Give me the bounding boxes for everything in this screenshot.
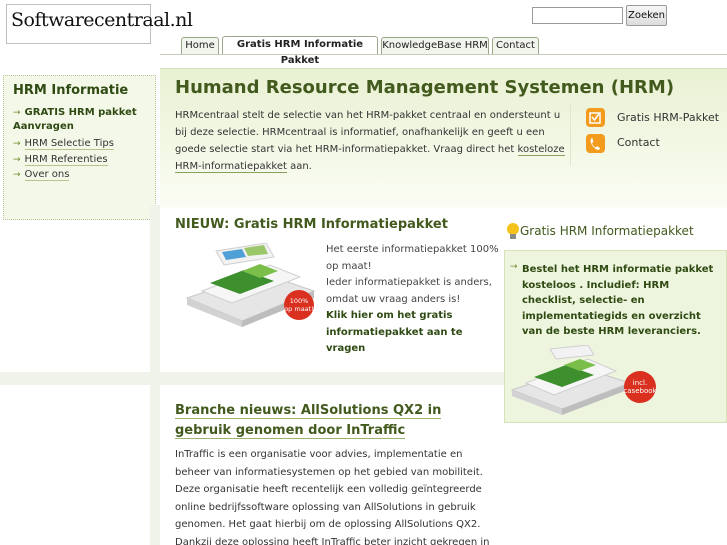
intro-text: HRMcentraal stelt de selectie van het HR…	[175, 107, 570, 175]
news1-title: NIEUW: Gratis HRM Informatiepakket	[175, 217, 448, 232]
intro-part2: aan.	[286, 161, 312, 172]
info-package-image[interactable]: 100% op maat!	[182, 243, 317, 328]
site-logo[interactable]: Softwarecentraal.nl	[6, 4, 193, 44]
news1-line1: Het eerste informatiepakket 100% op maat…	[326, 244, 499, 272]
promo-package-image[interactable]: incl. casebook	[510, 345, 660, 415]
search-input[interactable]	[532, 7, 623, 24]
tab-knowledgebase-hrm[interactable]: KnowledgeBase HRM	[381, 37, 489, 54]
sidebar-item-gratis-hrm-pakket[interactable]: → GRATIS HRM pakket Aanvragen	[13, 106, 153, 134]
column-shadow	[150, 205, 160, 372]
news2-title[interactable]: Branche nieuws: AllSolutions QX2 in gebr…	[175, 401, 495, 441]
news1-cta-link[interactable]: Klik hier om het gratis informatiepakket…	[326, 308, 501, 358]
promo-badge-line2: casebook	[623, 387, 657, 395]
page-title: Humand Resource Management Systemen (HRM…	[175, 77, 675, 98]
search-button[interactable]: Zoeken	[626, 5, 667, 26]
sidebar-item-label: HRM Selectie Tips	[24, 138, 114, 150]
package-badge-line2: op maat!	[284, 305, 314, 313]
tab-contact[interactable]: Contact	[492, 37, 539, 54]
news2-title-text[interactable]: Branche nieuws: AllSolutions QX2 in gebr…	[175, 403, 442, 439]
sidebar-item-label: GRATIS HRM pakket Aanvragen	[13, 107, 137, 132]
sidebar-item-hrm-referenties[interactable]: → HRM Referenties	[13, 154, 108, 166]
phone-icon[interactable]	[586, 134, 605, 153]
intro-part1: HRMcentraal stelt de selectie van het HR…	[175, 110, 561, 155]
sidebar-item-hrm-selectie-tips[interactable]: → HRM Selectie Tips	[13, 138, 114, 150]
promo-text[interactable]: Bestel het HRM informatie pakket kostelo…	[522, 262, 720, 340]
arrow-icon: →	[13, 108, 21, 118]
lightbulb-icon	[507, 223, 519, 239]
news2-body: InTraffic is een organisatie voor advies…	[175, 449, 490, 545]
quick-link-gratis-hrm-pakket[interactable]: Gratis HRM-Pakket	[617, 111, 719, 124]
arrow-icon: →	[13, 139, 21, 149]
promo-badge-line1: incl.	[633, 379, 647, 387]
quick-link-contact[interactable]: Contact	[617, 136, 660, 149]
sidebar-item-over-ons[interactable]: → Over ons	[13, 169, 70, 181]
promo-title: Gratis HRM Informatiepakket	[520, 224, 694, 238]
arrow-icon: →	[13, 170, 21, 180]
checkbox-icon[interactable]	[586, 108, 605, 127]
arrow-icon: →	[13, 155, 21, 165]
section-separator	[0, 372, 504, 385]
column-shadow	[150, 385, 160, 545]
nav-divider	[160, 54, 727, 55]
header-divider	[570, 104, 571, 166]
news1-line2: Ieder informatiepakket is anders, omdat …	[326, 277, 492, 305]
sidebar-item-label: HRM Referenties	[24, 154, 108, 166]
tab-home[interactable]: Home	[181, 37, 219, 54]
sidebar-title: HRM Informatie	[13, 83, 129, 98]
package-badge-line1: 100%	[290, 297, 309, 305]
sidebar-item-label: Over ons	[24, 169, 70, 181]
news1-text: Het eerste informatiepakket 100% op maat…	[326, 242, 501, 358]
arrow-icon: →	[510, 262, 518, 272]
tab-gratis-hrm-informatie-pakket[interactable]: Gratis HRM Informatie Pakket	[222, 36, 378, 66]
